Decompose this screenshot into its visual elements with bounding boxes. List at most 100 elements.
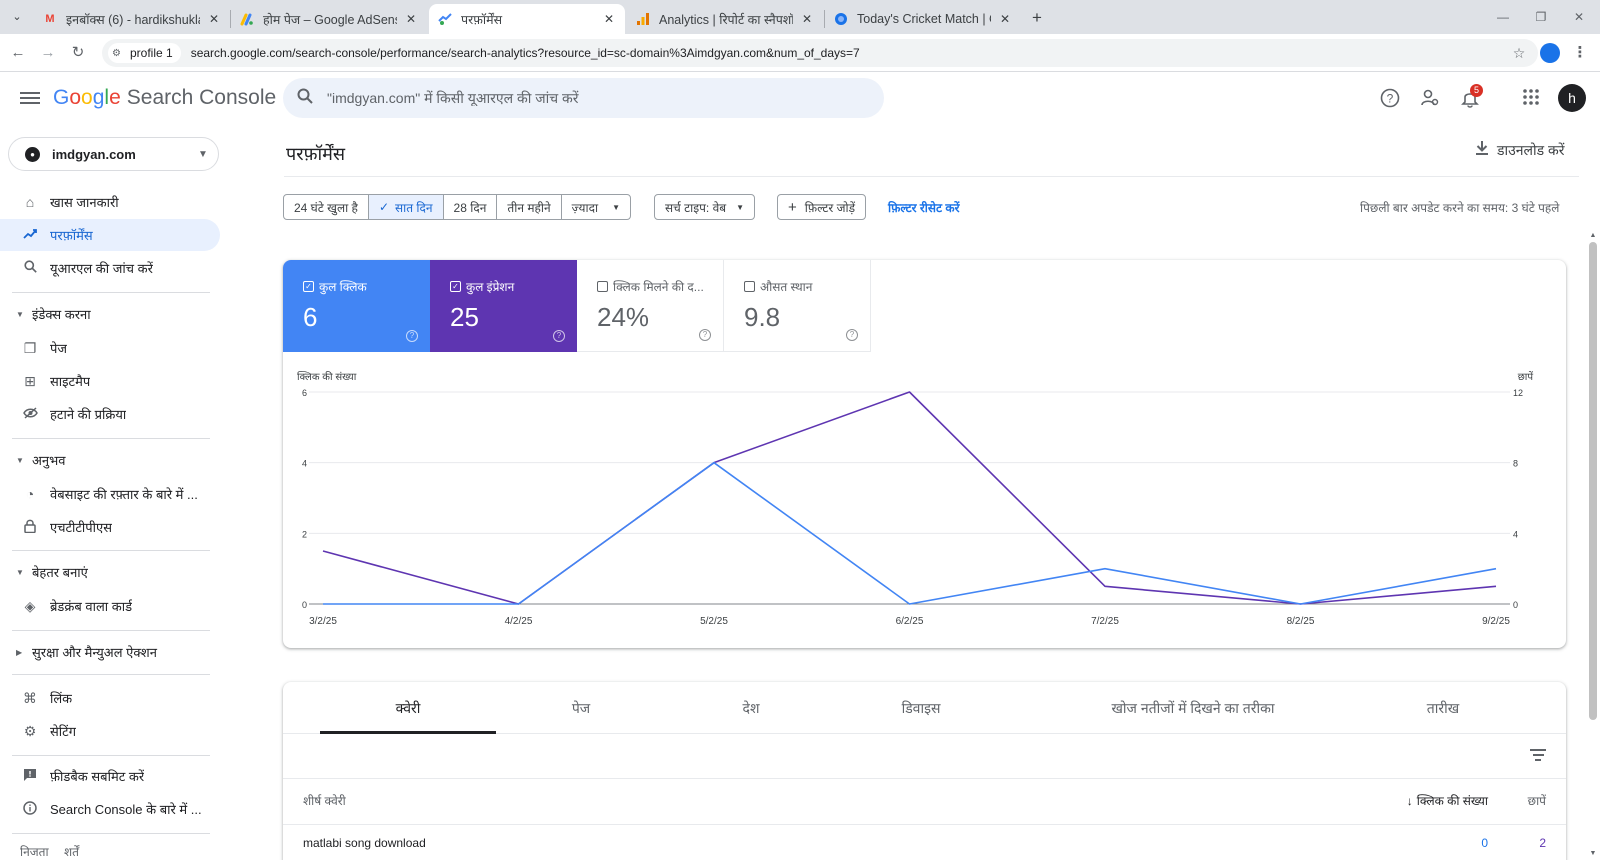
column-header-clicks[interactable]: ↓ क्लिक की संख्या (1353, 792, 1488, 809)
tab-devices[interactable]: डिवाइस (836, 682, 1006, 734)
x-tick-label: 5/2/25 (700, 616, 728, 627)
privacy-link[interactable]: निजता (20, 845, 49, 859)
user-avatar[interactable]: h (1558, 84, 1586, 112)
sidebar-item-https[interactable]: एचटीटीपीएस (0, 511, 220, 543)
sidebar-item-overview[interactable]: ⌂ खास जानकारी (0, 186, 220, 218)
help-icon[interactable]: ? (699, 329, 711, 341)
tab-queries[interactable]: क्वेरी (320, 682, 496, 734)
sidebar-item-core-web-vitals[interactable]: ◔ वेबसाइट की रफ़्तार के बारे में ... (0, 478, 220, 510)
sidebar-section-experience[interactable]: ▼ अनुभव (0, 447, 220, 473)
tab-close-icon[interactable]: ✕ (601, 12, 617, 26)
hamburger-menu-icon[interactable] (20, 89, 40, 109)
download-button[interactable]: डाउनलोड करें (1475, 140, 1565, 160)
sidebar-section-enhancements[interactable]: ▼ बेहतर बनाएं (0, 559, 220, 585)
sidebar-item-performance[interactable]: परफ़ॉर्मेंस (0, 219, 220, 251)
filter-rows-icon[interactable] (1530, 749, 1546, 764)
tab-search-dropdown-icon[interactable]: ⌄ (8, 8, 26, 26)
date-range-24h[interactable]: 24 घंटे खुला है (284, 195, 369, 219)
tab-dates[interactable]: तारीख (1358, 682, 1528, 734)
url-text[interactable]: search.google.com/search-console/perform… (191, 46, 1508, 60)
date-range-more[interactable]: ज़्यादा ▼ (562, 195, 630, 219)
help-icon[interactable]: ? (553, 330, 565, 342)
y-axis-title-left: क्लिक की संख्या (297, 371, 357, 383)
close-window-icon[interactable]: ✕ (1564, 6, 1594, 28)
browser-profile-avatar[interactable] (1540, 43, 1560, 63)
browser-tab-performance[interactable]: परफ़ॉर्मेंस ✕ (429, 4, 625, 34)
tab-close-icon[interactable]: ✕ (206, 12, 222, 26)
bookmark-star-icon[interactable]: ☆ (1508, 45, 1530, 62)
browser-tab-cricket[interactable]: Today's Cricket Match | C ✕ (825, 4, 1021, 34)
sidebar-section-indexing[interactable]: ▼ इंडेक्स करना (0, 301, 220, 327)
url-inspection-input[interactable] (327, 90, 847, 106)
checkbox-unchecked-icon[interactable] (597, 281, 608, 292)
url-inspection-search[interactable] (283, 78, 884, 118)
browser-tab-gmail[interactable]: M इनबॉक्स (6) - hardikshukla ✕ (34, 4, 230, 34)
reload-icon[interactable]: ↻ (68, 43, 88, 63)
page-scrollbar[interactable]: ▲ ▼ (1586, 232, 1600, 860)
scroll-down-arrow-icon[interactable]: ▼ (1588, 850, 1598, 857)
column-header-top-queries[interactable]: शीर्ष क्वेरी (303, 792, 346, 809)
sidebar-item-about[interactable]: Search Console के बारे में ... (0, 793, 220, 825)
sidebar-item-feedback[interactable]: फ़ीडबैक सबमिट करें (0, 760, 220, 792)
metric-total-impressions[interactable]: ✓ कुल इंप्रेशन 25 ? (430, 260, 577, 352)
tab-close-icon[interactable]: ✕ (403, 12, 419, 26)
tab-close-icon[interactable]: ✕ (997, 12, 1013, 26)
caret-down-icon: ▼ (16, 309, 24, 319)
sidebar-item-links[interactable]: ⌘ लिंक (0, 682, 220, 714)
browser-tab-adsense[interactable]: होम पेज – Google AdSens ✕ (231, 4, 427, 34)
sidebar-item-label: हटाने की प्रक्रिया (50, 407, 127, 422)
tab-close-icon[interactable]: ✕ (799, 12, 815, 26)
scrollbar-thumb[interactable] (1589, 242, 1597, 720)
sidebar-item-url-inspection[interactable]: यूआरएल की जांच करें (0, 252, 220, 284)
sidebar-item-pages[interactable]: ❐ पेज (0, 332, 220, 364)
impressions-cell: 2 (1539, 836, 1546, 850)
restore-window-icon[interactable]: ❐ (1526, 6, 1556, 28)
profile-chip[interactable]: ⚙ profile 1 (108, 43, 181, 63)
browser-tab-analytics[interactable]: Analytics | रिपोर्ट का स्नैपशॉ ✕ (627, 4, 823, 34)
sidebar-section-security[interactable]: ▶ सुरक्षा और मैन्युअल ऐक्शन (0, 639, 220, 665)
new-tab-button[interactable]: + (1026, 7, 1048, 29)
terms-link[interactable]: शर्तें (64, 845, 79, 859)
tab-search-appearance[interactable]: खोज नतीजों में दिखने का तरीका (1058, 682, 1328, 734)
scroll-up-arrow-icon[interactable]: ▲ (1588, 232, 1598, 239)
date-range-28-days[interactable]: 28 दिन (444, 195, 498, 219)
active-tab-indicator (320, 731, 496, 734)
browser-menu-icon[interactable]: ⋮ (1572, 42, 1588, 64)
performance-line-chart: क्लिक की संख्या छापें 0 2 4 6 0 4 8 12 3/2/25 4/2/2… (297, 371, 1533, 627)
sidebar-item-label: फ़ीडबैक सबमिट करें (50, 769, 145, 784)
minimize-window-icon[interactable]: — (1488, 6, 1518, 28)
google-apps-grid-icon[interactable] (1519, 88, 1543, 112)
column-header-impressions[interactable]: छापें (1488, 792, 1546, 809)
property-selector[interactable]: ● imdgyan.com ▼ (8, 137, 219, 171)
search-console-logo[interactable]: Google Search Console (53, 86, 276, 110)
links-icon: ⌘ (23, 689, 37, 706)
date-range-7-days[interactable]: ✓ सात दिन (368, 195, 444, 219)
metric-value: 6 (303, 302, 318, 332)
metric-total-clicks[interactable]: ✓ कुल क्लिक 6 ? (283, 260, 430, 352)
help-icon[interactable]: ? (846, 329, 858, 341)
search-type-filter[interactable]: सर्च टाइप: वेब ▼ (654, 194, 756, 220)
manage-users-icon[interactable] (1418, 88, 1442, 112)
metric-average-position[interactable]: औसत स्थान 9.8 ? (724, 260, 871, 352)
add-filter-button[interactable]: + फ़िल्टर जोड़ें (777, 194, 867, 220)
sidebar-item-breadcrumbs[interactable]: ◈ ब्रेडक्रंब वाला कार्ड (0, 590, 220, 622)
checkbox-checked-icon[interactable]: ✓ (303, 281, 314, 292)
reset-filters-link[interactable]: फ़िल्टर रीसेट करें (888, 199, 960, 216)
sidebar-item-sitemaps[interactable]: ⊞ साइटमैप (0, 365, 220, 397)
checkbox-unchecked-icon[interactable] (744, 281, 755, 292)
tab-pages[interactable]: पेज (496, 682, 666, 734)
checkbox-checked-icon[interactable]: ✓ (450, 281, 461, 292)
adsense-icon (239, 11, 255, 27)
help-icon[interactable]: ? (1378, 88, 1402, 112)
metric-average-ctr[interactable]: क्लिक मिलने की द... 24% ? (577, 260, 724, 352)
x-tick-label: 6/2/25 (896, 616, 924, 627)
address-bar[interactable]: ⚙ profile 1 search.google.com/search-con… (102, 39, 1538, 67)
sidebar-item-removals[interactable]: हटाने की प्रक्रिया (0, 398, 220, 430)
tab-countries[interactable]: देश (666, 682, 836, 734)
site-settings-icon[interactable]: ⚙ (112, 48, 126, 59)
date-range-3-months[interactable]: तीन महीने (497, 195, 562, 219)
help-icon[interactable]: ? (406, 330, 418, 342)
forward-arrow-icon[interactable]: → (38, 43, 58, 63)
sidebar-item-settings[interactable]: ⚙ सेटिंग (0, 715, 220, 747)
back-arrow-icon[interactable]: ← (8, 43, 28, 63)
